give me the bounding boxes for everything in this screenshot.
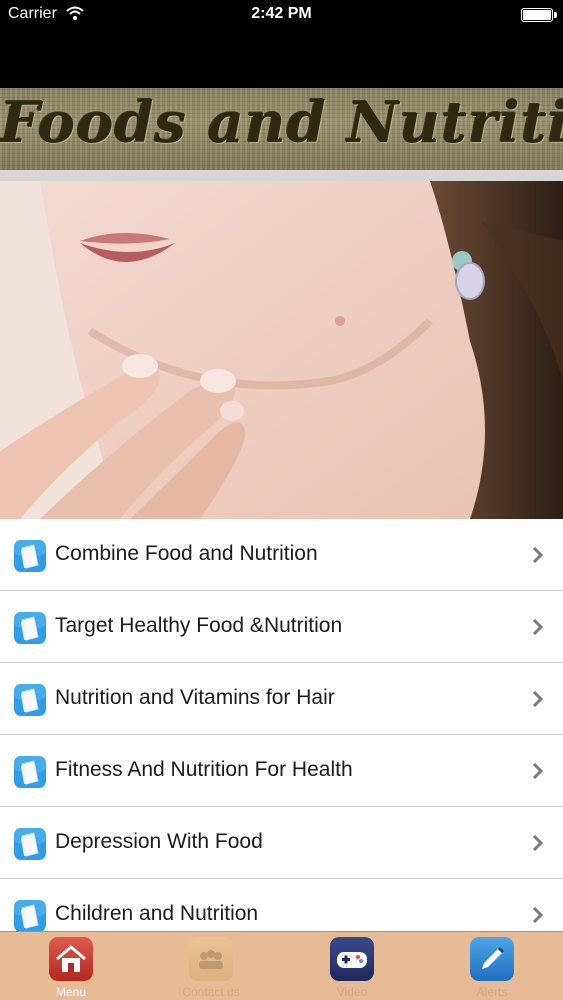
menu-item[interactable]: Fitness And Nutrition For Health [0, 735, 563, 807]
header-banner: Foods and Nutrition [0, 88, 563, 170]
tab-label: Menu [55, 985, 87, 999]
tab-alerts[interactable]: Alerts [422, 932, 562, 1000]
hero-image [0, 181, 563, 519]
document-icon [13, 827, 47, 861]
menu-item[interactable]: Target Healthy Food &Nutrition [0, 591, 563, 663]
tab-label: Video [336, 985, 368, 999]
document-icon [13, 683, 47, 717]
battery-icon [521, 8, 557, 22]
clock-time: 2:42 PM [251, 5, 312, 22]
document-icon [13, 539, 47, 573]
tab-contact-us[interactable]: Contact us [141, 932, 281, 1000]
contact-icon [189, 937, 233, 981]
gamepad-icon [330, 937, 374, 981]
menu-item-label: Depression With Food [55, 830, 263, 853]
chevron-right-icon [532, 762, 544, 780]
menu-item-label: Nutrition and Vitamins for Hair [55, 686, 335, 709]
chevron-right-icon [532, 834, 544, 852]
menu-list: Combine Food and Nutrition Target Healthy… [0, 519, 563, 951]
menu-item[interactable]: Depression With Food [0, 807, 563, 879]
chevron-right-icon [532, 690, 544, 708]
tab-label: Contact us [182, 985, 240, 999]
document-icon [13, 899, 47, 933]
tab-menu[interactable]: Menu [1, 932, 141, 1000]
app-title: Foods and Nutrition [0, 90, 563, 156]
document-icon [13, 755, 47, 789]
menu-item-label: Target Healthy Food &Nutrition [55, 614, 343, 637]
tab-video[interactable]: Video [282, 932, 422, 1000]
tab-bar: Menu Contact us Video Alerts [0, 931, 563, 1000]
chevron-right-icon [532, 546, 544, 564]
menu-item-label: Fitness And Nutrition For Health [55, 758, 353, 781]
chevron-right-icon [532, 906, 544, 924]
menu-item[interactable]: Combine Food and Nutrition [0, 519, 563, 591]
pen-icon [470, 937, 514, 981]
menu-item[interactable]: Nutrition and Vitamins for Hair [0, 663, 563, 735]
status-bar: Carrier 2:42 PM [0, 0, 563, 88]
banner-divider [0, 170, 563, 181]
document-icon [13, 611, 47, 645]
menu-item-label: Children and Nutrition [55, 902, 259, 925]
tab-label: Alerts [476, 985, 508, 999]
menu-item-label: Combine Food and Nutrition [55, 542, 318, 565]
home-icon [49, 937, 93, 981]
chevron-right-icon [532, 618, 544, 636]
